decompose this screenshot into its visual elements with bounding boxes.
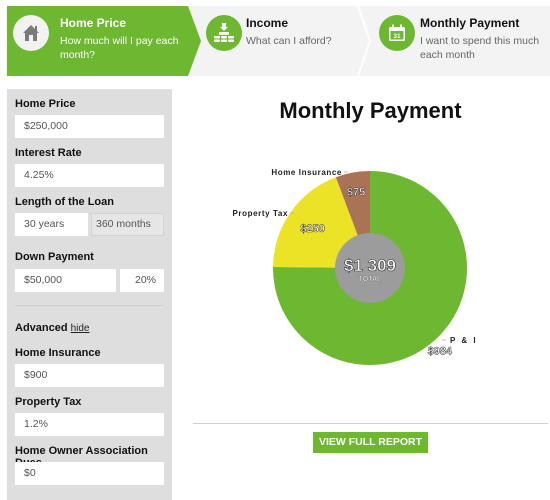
step-title: Monthly Payment [420,16,520,30]
chart-divider [193,423,548,424]
pie-category-label: Property Tax [232,209,288,218]
form-divider [15,305,164,306]
pie-category-label: Home Insurance [271,168,342,177]
loan-length-label: Length of the Loan [15,196,114,208]
coins-icon [206,15,242,51]
home-price-label: Home Price [15,98,76,110]
step-home-price[interactable]: Home Price How much will I pay each mont… [7,6,201,76]
pie-value-label: $75 [347,186,365,198]
step-income[interactable]: Income What can I afford? [201,6,366,76]
step-separator [357,6,371,76]
pie-value-label: $984 [428,345,453,357]
pie-value-label: $250 [300,223,324,235]
house-icon [13,15,49,51]
payment-pie-chart: $1 309 TOTAL $984P & I $250 Property Tax $7… [232,168,478,365]
hoa-dues-input[interactable] [15,462,164,485]
calendar-icon: 31 [379,15,415,51]
calendar-day: 31 [393,33,401,40]
advanced-label: Advanced [15,322,68,334]
pie-total-value: $1 309 [344,256,396,275]
interest-rate-input[interactable] [15,164,164,187]
step-subtitle: How much will I pay each month? [60,35,179,61]
down-payment-percent-input[interactable] [120,269,164,292]
down-payment-amount-input[interactable] [15,269,116,292]
loan-form-panel: Home Price Interest Rate Length of the L… [7,89,172,500]
down-payment-label: Down Payment [15,251,94,263]
pie-total-label: TOTAL [359,276,382,283]
step-monthly-payment[interactable]: 31 Monthly Payment I want to spend this … [371,6,550,76]
home-price-input[interactable] [15,115,164,138]
loan-months-field [91,213,164,236]
view-full-report-button[interactable]: VIEW FULL REPORT [313,432,428,453]
interest-rate-label: Interest Rate [15,147,82,159]
property-tax-label: Property Tax [15,396,82,408]
steps-bar: Home Price How much will I pay each mont… [7,6,550,76]
step-subtitle: What can I afford? [246,35,332,47]
home-insurance-input[interactable] [15,364,164,387]
step-title: Home Price [60,16,127,30]
chart-title: Monthly Payment [279,98,462,123]
loan-years-input[interactable] [15,213,88,236]
pie-category-label: P & I [450,336,478,345]
property-tax-input[interactable] [15,413,164,436]
home-insurance-label: Home Insurance [15,347,101,359]
step-subtitle: I want to spend this much each month [420,35,540,61]
advanced-heading: Advanced hide [15,322,89,334]
step-title: Income [246,16,289,30]
hide-advanced-link[interactable]: hide [71,323,90,334]
